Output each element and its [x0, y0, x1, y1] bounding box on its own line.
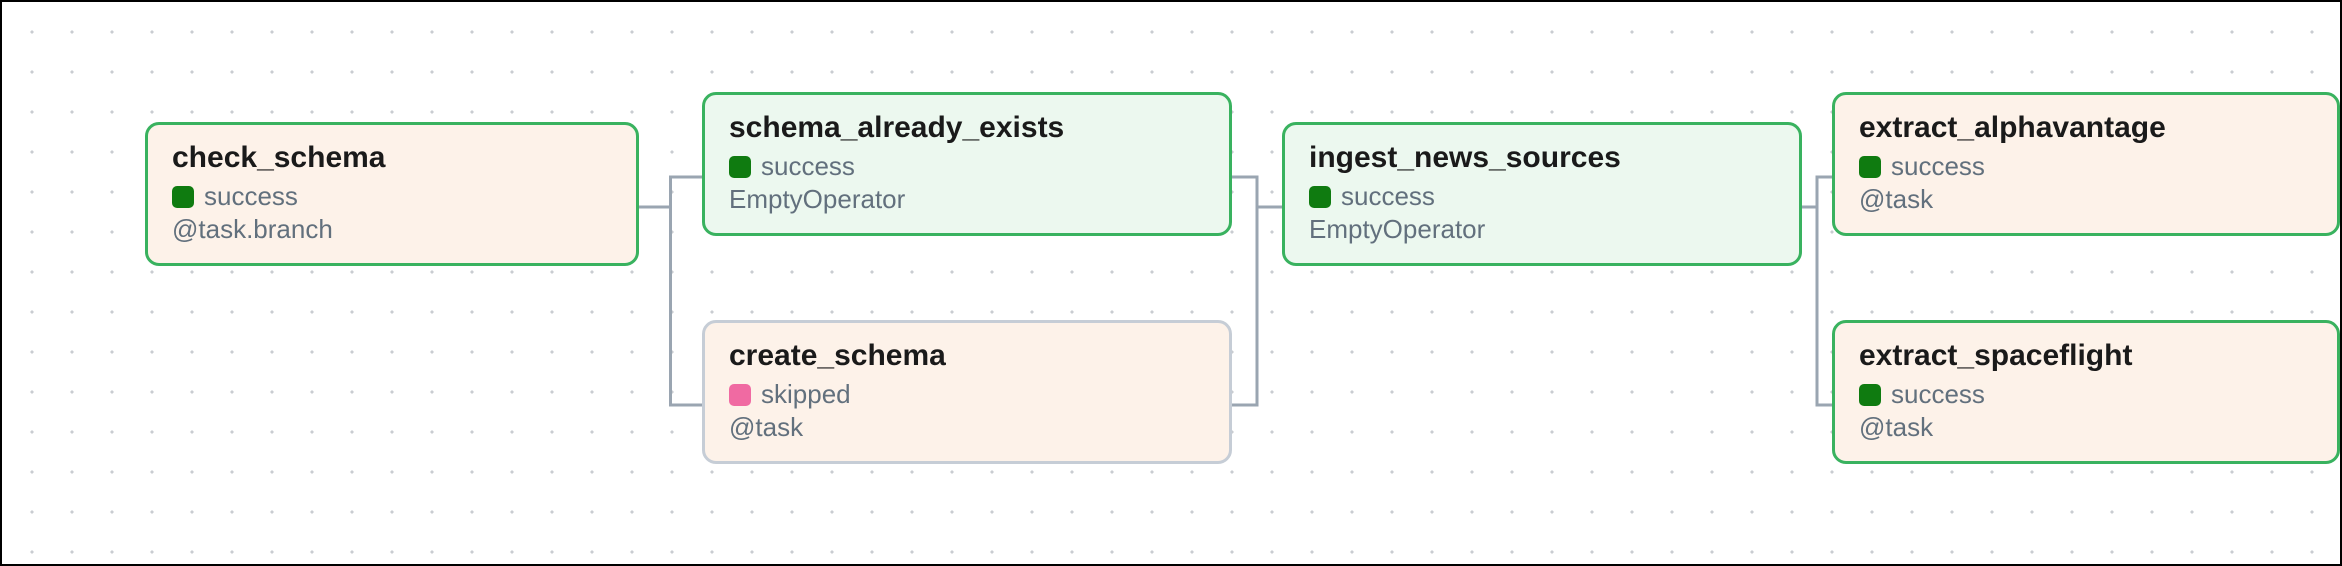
node-status-row: skipped [729, 379, 1205, 410]
node-title: ingest_news_sources [1309, 141, 1775, 175]
node-status-row: success [1859, 379, 2313, 410]
status-success-icon [729, 156, 751, 178]
status-success-icon [1309, 186, 1331, 208]
node-operator: EmptyOperator [729, 184, 1205, 215]
dag-edges-layer [2, 2, 2342, 566]
node-title: extract_spaceflight [1859, 339, 2313, 373]
dag-node-ingest-news-sources[interactable]: ingest_news_sources success EmptyOperato… [1282, 122, 1802, 266]
dag-node-check-schema[interactable]: check_schema success @task.branch [145, 122, 639, 266]
dag-node-extract-spaceflight[interactable]: extract_spaceflight success @task [1832, 320, 2340, 464]
dag-edge [1232, 207, 1282, 405]
node-status-row: success [1859, 151, 2313, 182]
dag-edge [1802, 177, 1832, 207]
node-status-row: success [729, 151, 1205, 182]
node-operator: @task.branch [172, 214, 612, 245]
node-operator: @task [1859, 184, 2313, 215]
node-status-text: success [204, 181, 298, 212]
dag-canvas[interactable]: check_schema success @task.branch schema… [0, 0, 2342, 566]
dag-edge [639, 207, 702, 405]
dag-edge [639, 177, 702, 207]
node-title: create_schema [729, 339, 1205, 373]
dag-node-create-schema[interactable]: create_schema skipped @task [702, 320, 1232, 464]
node-status-text: success [1341, 181, 1435, 212]
dag-node-schema-already-exists[interactable]: schema_already_exists success EmptyOpera… [702, 92, 1232, 236]
status-success-icon [1859, 384, 1881, 406]
dag-edge [1232, 177, 1282, 207]
node-status-text: skipped [761, 379, 851, 410]
node-status-row: success [172, 181, 612, 212]
node-status-row: success [1309, 181, 1775, 212]
node-title: extract_alphavantage [1859, 111, 2313, 145]
node-title: schema_already_exists [729, 111, 1205, 145]
node-status-text: success [1891, 151, 1985, 182]
status-success-icon [172, 186, 194, 208]
dag-node-extract-alphavantage[interactable]: extract_alphavantage success @task [1832, 92, 2340, 236]
node-operator: @task [729, 412, 1205, 443]
node-status-text: success [1891, 379, 1985, 410]
dag-edge [1802, 207, 1832, 405]
status-skipped-icon [729, 384, 751, 406]
status-success-icon [1859, 156, 1881, 178]
node-status-text: success [761, 151, 855, 182]
node-title: check_schema [172, 141, 612, 175]
node-operator: @task [1859, 412, 2313, 443]
node-operator: EmptyOperator [1309, 214, 1775, 245]
